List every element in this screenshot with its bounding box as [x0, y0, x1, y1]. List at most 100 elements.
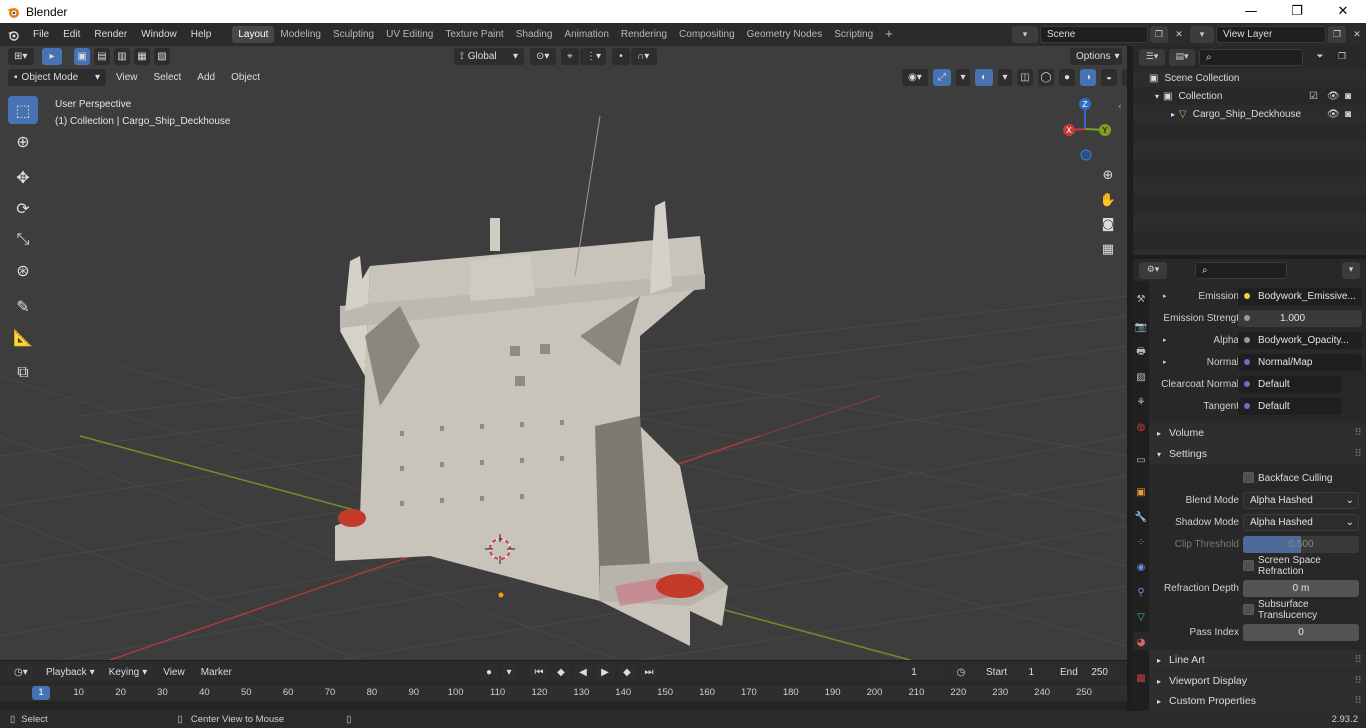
mode-extend-icon[interactable]: ▤: [94, 47, 110, 65]
emission-input-socket[interactable]: Bodywork_Emissive...: [1238, 287, 1362, 305]
options-dropdown[interactable]: Options ▾: [1070, 47, 1122, 65]
screen-space-refraction-checkbox[interactable]: [1243, 560, 1254, 571]
modifier-tab-icon[interactable]: 🔧: [1133, 507, 1149, 527]
timeline-scrollbar[interactable]: [0, 702, 1127, 709]
tab-uv-editing[interactable]: UV Editing: [380, 26, 439, 43]
move-tool-icon[interactable]: ✥: [8, 163, 38, 191]
jump-end-icon[interactable]: ⏭: [640, 663, 658, 681]
constraints-tab-icon[interactable]: ⚲: [1133, 582, 1149, 602]
collection-tab-icon[interactable]: ▭: [1133, 450, 1149, 470]
visibility-icon[interactable]: ◉▾: [902, 69, 928, 86]
view-layer-field[interactable]: View Layer: [1216, 26, 1326, 43]
expand-arrow-icon[interactable]: ▸: [1163, 336, 1167, 344]
gizmo-dropdown-icon[interactable]: ▾: [956, 69, 970, 86]
outliner-row-cargo-ship[interactable]: ▸ ▽ Cargo_Ship_Deckhouse 👁 ◙: [1133, 105, 1366, 123]
backface-culling-checkbox[interactable]: [1243, 472, 1254, 483]
new-view-layer-icon[interactable]: ❐: [1328, 26, 1346, 43]
maximize-button[interactable]: ❐: [1274, 0, 1320, 23]
expand-arrow-icon[interactable]: ▸: [1163, 292, 1167, 300]
close-button[interactable]: ✕: [1320, 0, 1366, 23]
3d-viewport[interactable]: ⊞▾ ▸ ▣ ▤ ▥ ▦ ▧ ⟟ Global ▾ ⊙▾ ⌖ ⋮▾ • ∩▾ Opt…: [0, 46, 1127, 660]
current-frame-field[interactable]: 1: [882, 663, 946, 681]
mode-set-icon[interactable]: ▣: [74, 47, 90, 65]
new-collection-icon[interactable]: ❐: [1333, 48, 1351, 66]
drag-handle-icon[interactable]: ⠿: [1354, 654, 1362, 666]
drag-handle-icon[interactable]: ⠿: [1354, 427, 1362, 439]
view-layer-browse-icon[interactable]: ▾: [1190, 26, 1214, 43]
menu-edit[interactable]: Edit: [56, 29, 87, 40]
shading-material-icon[interactable]: ◑: [1080, 69, 1096, 86]
snap-target-icon[interactable]: ⋮▾: [580, 47, 606, 65]
shadow-mode-select[interactable]: Alpha Hashed ⌄: [1243, 513, 1359, 531]
minimize-button[interactable]: —: [1228, 0, 1274, 23]
start-frame-field[interactable]: Start 1: [972, 663, 1044, 681]
mode-intersect-icon[interactable]: ▧: [154, 47, 170, 65]
clearcoat-normal-input-socket[interactable]: Default: [1238, 375, 1342, 393]
snap-icon[interactable]: ⌖: [561, 47, 579, 65]
alpha-input-socket[interactable]: Bodywork_Opacity...: [1238, 331, 1362, 349]
rotate-tool-icon[interactable]: ⟳: [8, 194, 38, 222]
data-tab-icon[interactable]: ▽: [1133, 607, 1149, 627]
properties-options-icon[interactable]: ▾: [1342, 261, 1360, 279]
proportional-falloff-icon[interactable]: ∩▾: [631, 47, 657, 65]
material-tab-icon[interactable]: ◕: [1133, 632, 1149, 652]
settings-section-header[interactable]: ▾ Settings ⠿: [1149, 444, 1366, 464]
add-workspace-button[interactable]: +: [879, 26, 899, 43]
shading-wireframe-icon[interactable]: ◯: [1038, 69, 1054, 86]
scale-tool-icon[interactable]: ⤡: [8, 225, 38, 253]
play-icon[interactable]: ▶: [596, 663, 614, 681]
scene-browse-icon[interactable]: ▾: [1012, 26, 1038, 43]
transform-orientation-select[interactable]: ⟟ Global ▾: [454, 47, 524, 65]
tab-modeling[interactable]: Modeling: [274, 26, 327, 43]
editor-type-icon[interactable]: ⊞▾: [8, 47, 34, 65]
refraction-depth-field[interactable]: 0 m: [1243, 579, 1359, 597]
overlay-dropdown-icon[interactable]: ▾: [998, 69, 1012, 86]
tab-texture-paint[interactable]: Texture Paint: [439, 26, 509, 43]
tab-shading[interactable]: Shading: [510, 26, 559, 43]
viewport-display-section-header[interactable]: ▸ Viewport Display ⠿: [1149, 671, 1366, 691]
expand-arrow-icon[interactable]: ▸: [1171, 110, 1175, 119]
line-art-section-header[interactable]: ▸ Line Art ⠿: [1149, 650, 1366, 670]
exclude-checkbox-icon[interactable]: ☑: [1309, 91, 1318, 102]
timeline-menu-marker[interactable]: Marker: [193, 667, 240, 678]
gizmo-toggle-icon[interactable]: ⤢: [933, 69, 951, 86]
end-frame-field[interactable]: End 250: [1046, 663, 1118, 681]
render-camera-icon[interactable]: ◙: [1345, 91, 1351, 102]
mode-subtract-icon[interactable]: ▥: [114, 47, 130, 65]
tab-layout[interactable]: Layout: [232, 26, 275, 43]
zoom-icon[interactable]: ⊕: [1096, 164, 1120, 186]
properties-search-input[interactable]: ⌕: [1195, 261, 1287, 279]
timeline-ruler[interactable]: 1 10 20 30 40 50 60 70 80 90 100 110 120 130 140 150 160…: [0, 685, 1127, 701]
properties-editor-type-icon[interactable]: ⚙▾: [1139, 261, 1167, 279]
filter-icon[interactable]: ⏷: [1309, 48, 1331, 66]
subsurface-translucency-checkbox[interactable]: [1243, 604, 1254, 615]
particles-tab-icon[interactable]: ⁘: [1133, 532, 1149, 552]
select-box-tool-icon[interactable]: ▸: [42, 47, 62, 65]
object-mode-select[interactable]: ▪ Object Mode ▾: [8, 69, 106, 86]
drag-handle-icon[interactable]: ⠿: [1354, 448, 1362, 460]
remove-view-layer-icon[interactable]: ✕: [1348, 26, 1366, 43]
xray-toggle-icon[interactable]: ◫: [1017, 69, 1033, 86]
collapse-arrow-icon[interactable]: ▾: [1155, 92, 1159, 101]
normal-input-socket[interactable]: Normal/Map: [1238, 353, 1362, 371]
tab-compositing[interactable]: Compositing: [673, 26, 741, 43]
outliner-row-scene-collection[interactable]: ▣ Scene Collection: [1133, 69, 1366, 87]
outliner-display-mode-icon[interactable]: ▤▾: [1169, 48, 1195, 66]
new-scene-icon[interactable]: ❐: [1150, 26, 1168, 43]
outliner-row-collection[interactable]: ▾ ▣ Collection ☑ 👁 ◙: [1133, 87, 1366, 105]
menu-window[interactable]: Window: [134, 29, 184, 40]
viewport-menu-select[interactable]: Select: [146, 72, 190, 83]
tab-rendering[interactable]: Rendering: [615, 26, 673, 43]
blender-menu-icon[interactable]: [6, 26, 20, 43]
proportional-edit-icon[interactable]: •: [612, 47, 630, 65]
shading-dropdown-icon[interactable]: ▾: [1122, 69, 1127, 86]
tab-animation[interactable]: Animation: [558, 26, 614, 43]
timeline-editor-type-icon[interactable]: ◷▾: [8, 663, 34, 681]
volume-section-header[interactable]: ▸ Volume ⠿: [1149, 423, 1366, 443]
menu-help[interactable]: Help: [184, 29, 219, 40]
play-reverse-icon[interactable]: ◀: [574, 663, 592, 681]
record-icon[interactable]: ●: [480, 663, 498, 681]
visibility-eye-icon[interactable]: 👁: [1327, 109, 1340, 120]
visibility-eye-icon[interactable]: 👁: [1327, 91, 1340, 102]
object-tab-icon[interactable]: ▣: [1133, 482, 1149, 502]
